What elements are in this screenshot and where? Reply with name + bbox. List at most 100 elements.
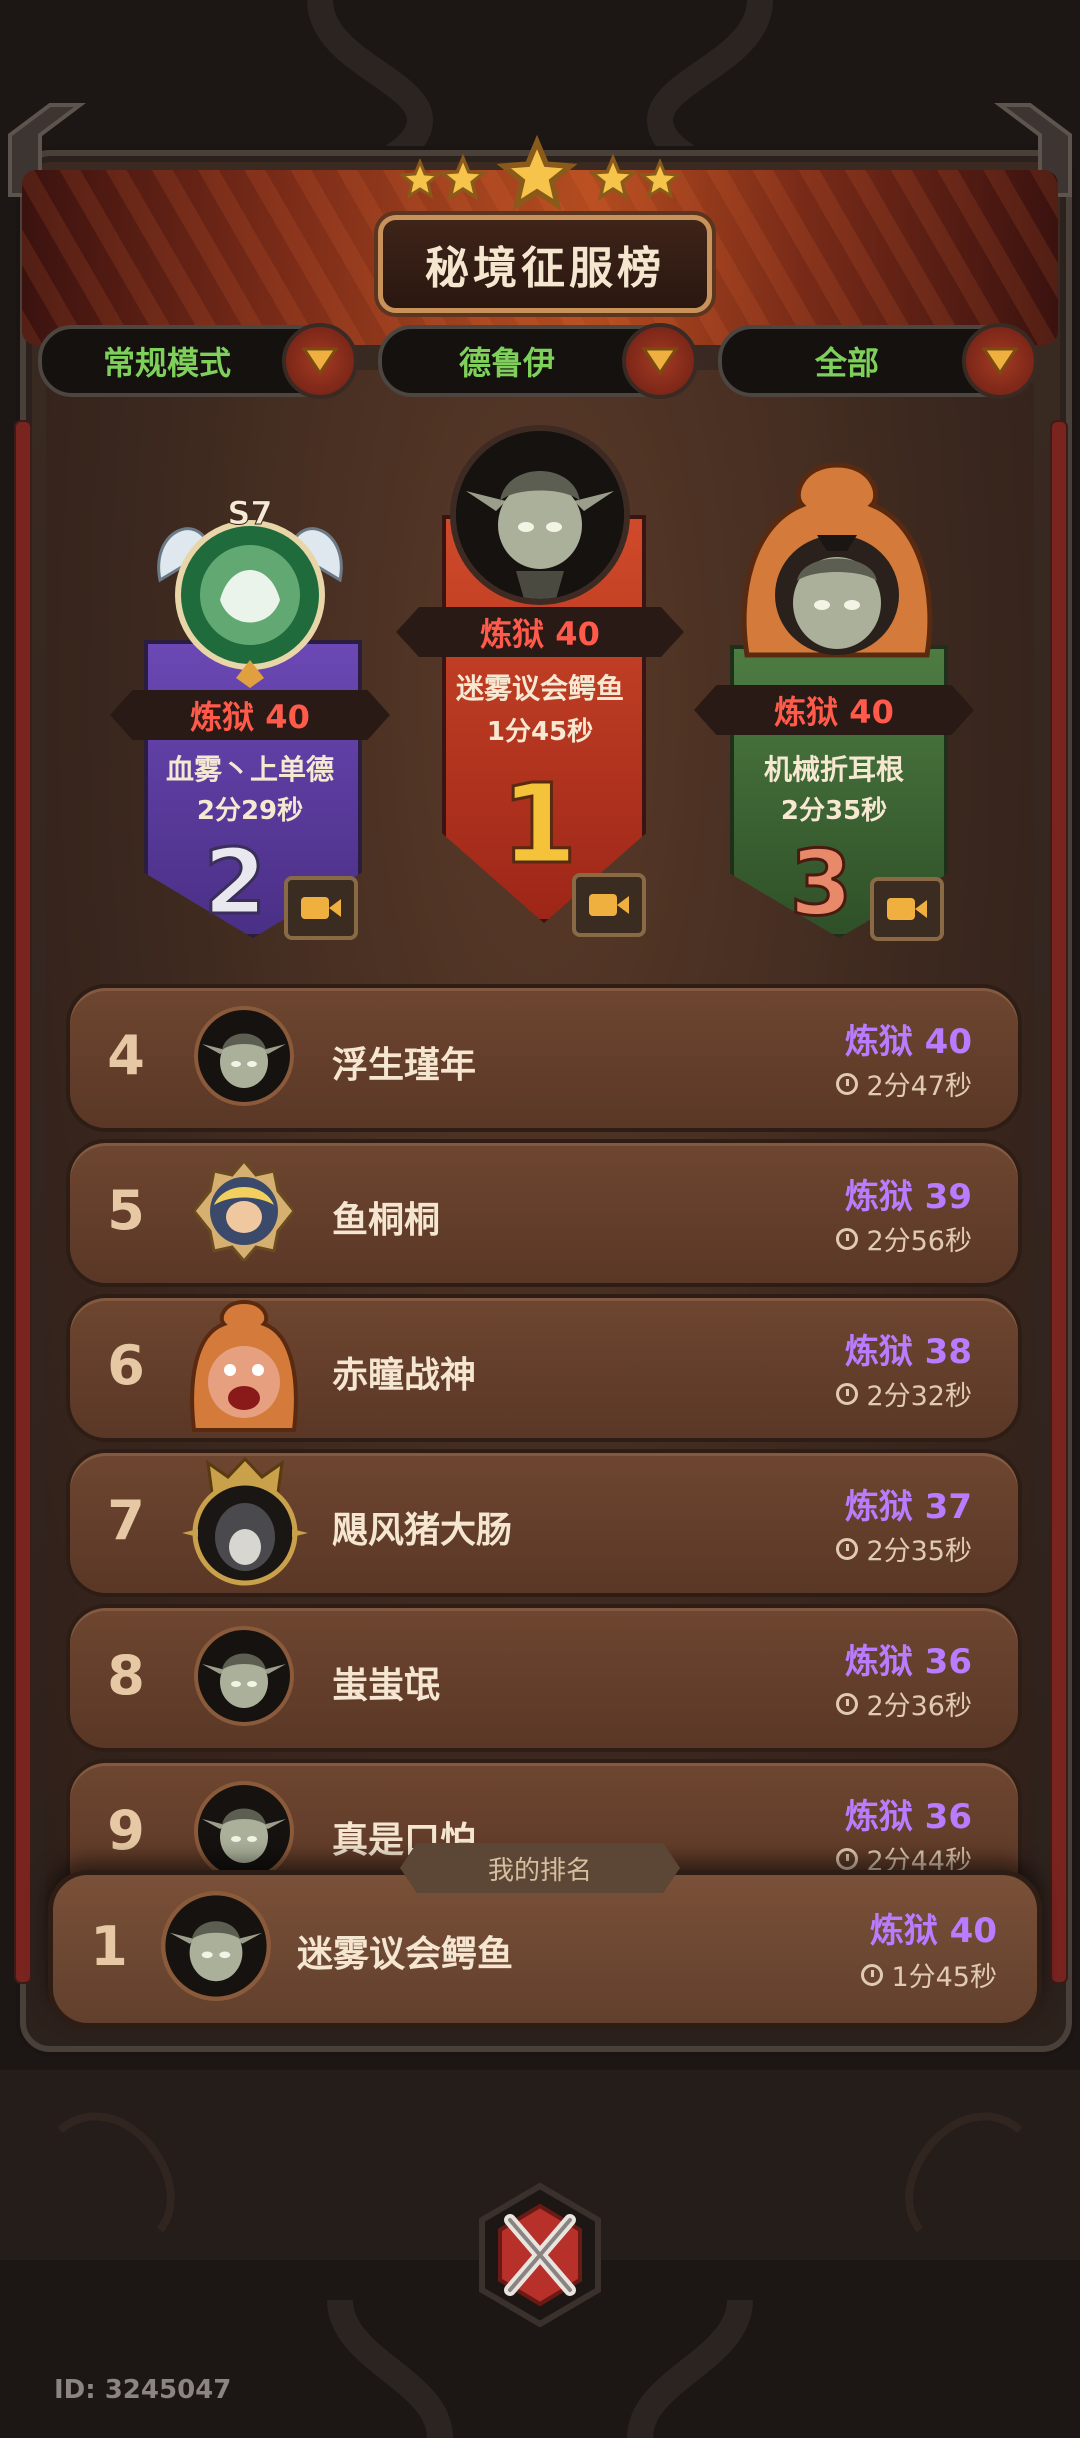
list-item[interactable]: 4 浮生瑾年 炼狱 40 2分47秒 xyxy=(66,984,1022,1132)
player-id: ID: 3245047 xyxy=(54,2375,232,2405)
level-text: 炼狱 39 xyxy=(844,1177,972,1217)
avatar xyxy=(161,1891,271,2001)
replay-button[interactable] xyxy=(572,873,646,937)
rating-stars xyxy=(400,134,680,210)
rank-number: 5 xyxy=(107,1179,145,1242)
list-item[interactable]: 7 飓风猪大肠 炼狱 37 2分35秒 xyxy=(66,1449,1022,1597)
level-text: 炼狱 36 xyxy=(844,1642,972,1682)
level-text: 炼狱 37 xyxy=(844,1487,972,1527)
level-ribbon: 炼狱 40 xyxy=(396,607,684,657)
player-name: 浮生瑾年 xyxy=(332,1045,477,1086)
rank-number: 6 xyxy=(107,1334,145,1397)
chevron-down-icon xyxy=(282,323,358,399)
level-text: 炼狱 38 xyxy=(844,1332,972,1372)
blonde-hero-avatar xyxy=(192,1158,296,1264)
clear-time-text: 2分32秒 xyxy=(866,1381,972,1412)
my-rank-tab-label: 我的排名 xyxy=(487,1855,592,1886)
list-item[interactable]: 8 蚩蚩氓 炼狱 36 2分36秒 xyxy=(66,1604,1022,1752)
avatar xyxy=(194,1006,294,1106)
clock-icon xyxy=(836,1692,859,1715)
clear-time: 2分35秒 xyxy=(780,796,888,826)
level-ribbon: 炼狱 40 xyxy=(110,690,390,740)
video-camera-icon xyxy=(887,898,927,920)
clear-time: 2分35秒 xyxy=(836,1529,972,1568)
rank-number: 7 xyxy=(107,1489,145,1552)
level-text: 炼狱 40 xyxy=(774,693,894,731)
first-place-avatar xyxy=(450,425,630,605)
shouting-boar-avatar xyxy=(190,1299,298,1432)
chevron-down-icon xyxy=(962,323,1038,399)
rank-number: 8 xyxy=(107,1644,145,1707)
my-clear-time-text: 1分45秒 xyxy=(891,1962,997,1993)
player-name: 蚩蚩氓 xyxy=(332,1665,441,1706)
scope-filter-label: 全部 xyxy=(814,344,879,382)
clear-time-text: 2分36秒 xyxy=(866,1691,972,1722)
player-name: 血雾丶上单德 xyxy=(165,753,334,786)
avatar xyxy=(194,1626,294,1726)
scope-filter-dropdown[interactable]: 全部 xyxy=(718,323,1038,399)
avatar xyxy=(192,1158,296,1264)
my-clear-time: 1分45秒 xyxy=(861,1955,997,1994)
replay-button[interactable] xyxy=(284,876,358,940)
player-name: 鱼桐桐 xyxy=(332,1200,441,1241)
my-rank-row[interactable]: 1 迷雾议会鳄鱼 炼狱 40 1分45秒 xyxy=(48,1870,1042,2028)
video-camera-icon xyxy=(589,894,629,916)
avatar xyxy=(194,1781,294,1881)
clock-icon xyxy=(836,1227,859,1250)
class-filter-label: 德鲁伊 xyxy=(458,344,555,382)
rank-number: 9 xyxy=(107,1799,145,1862)
mode-filter-dropdown[interactable]: 常规模式 xyxy=(38,323,358,399)
star-icon xyxy=(638,158,680,200)
left-red-bar xyxy=(14,420,32,1984)
level-text: 炼狱 40 xyxy=(844,1022,972,1062)
my-level-text: 炼狱 40 xyxy=(869,1911,997,1951)
star-icon xyxy=(400,158,442,200)
goblin-avatar xyxy=(161,1891,271,2001)
clear-time-text: 2分47秒 xyxy=(866,1071,972,1102)
rank-number: 3 xyxy=(788,830,854,938)
list-item[interactable]: 6 赤瞳战神 炼狱 38 2分32秒 xyxy=(66,1294,1022,1442)
goblin-avatar xyxy=(194,1006,294,1106)
my-rank-number: 1 xyxy=(90,1915,128,1978)
clock-icon xyxy=(836,1072,859,1095)
third-place-avatar xyxy=(722,455,952,685)
podium-third[interactable]: 炼狱 40 机械折耳根 2分35秒 3 xyxy=(694,455,974,950)
my-rank-tab: 我的排名 xyxy=(400,1843,680,1893)
clock-icon xyxy=(836,1847,859,1870)
my-player-name: 迷雾议会鳄鱼 xyxy=(297,1934,514,1975)
star-icon xyxy=(496,134,578,210)
star-icon xyxy=(587,153,639,201)
player-name: 机械折耳根 xyxy=(763,753,904,786)
player-name: 飓风猪大肠 xyxy=(332,1510,513,1551)
rank-number: 1 xyxy=(499,759,579,890)
avatar xyxy=(178,1453,312,1589)
page-title: 秘境征服榜 xyxy=(378,215,712,313)
goblin-avatar xyxy=(194,1626,294,1726)
goblin-avatar xyxy=(194,1781,294,1881)
clear-time: 2分29秒 xyxy=(196,796,304,826)
player-name: 赤瞳战神 xyxy=(332,1355,477,1396)
level-text: 炼狱 40 xyxy=(190,698,310,736)
clock-icon xyxy=(836,1382,859,1405)
player-name: 迷雾议会鳄鱼 xyxy=(455,672,624,705)
close-icon xyxy=(479,2182,601,2328)
clear-time: 2分32秒 xyxy=(836,1374,972,1413)
replay-button[interactable] xyxy=(870,877,944,941)
right-red-bar xyxy=(1050,420,1068,1984)
close-button[interactable] xyxy=(470,2180,610,2330)
level-ribbon: 炼狱 40 xyxy=(694,685,974,735)
clear-time: 2分36秒 xyxy=(836,1684,972,1723)
avatar xyxy=(184,1298,304,1434)
clear-time-text: 2分35秒 xyxy=(866,1536,972,1567)
season-label: S7 xyxy=(227,494,273,533)
mode-filter-label: 常规模式 xyxy=(102,344,231,382)
level-text: 炼狱 40 xyxy=(480,615,600,653)
list-item[interactable]: 5 鱼桐桐 炼狱 39 2分56秒 xyxy=(66,1139,1022,1287)
podium-first[interactable]: 炼狱 40 迷雾议会鳄鱼 1分45秒 1 xyxy=(396,425,684,945)
page-title-text: 秘境征服榜 xyxy=(425,243,665,294)
podium-second[interactable]: S7 炼狱 40 血雾丶上单德 2分29秒 2 xyxy=(110,490,390,950)
hooded-goblin-avatar xyxy=(741,462,933,658)
video-camera-icon xyxy=(301,897,341,919)
class-filter-dropdown[interactable]: 德鲁伊 xyxy=(378,323,698,399)
level-text: 炼狱 36 xyxy=(844,1797,972,1837)
